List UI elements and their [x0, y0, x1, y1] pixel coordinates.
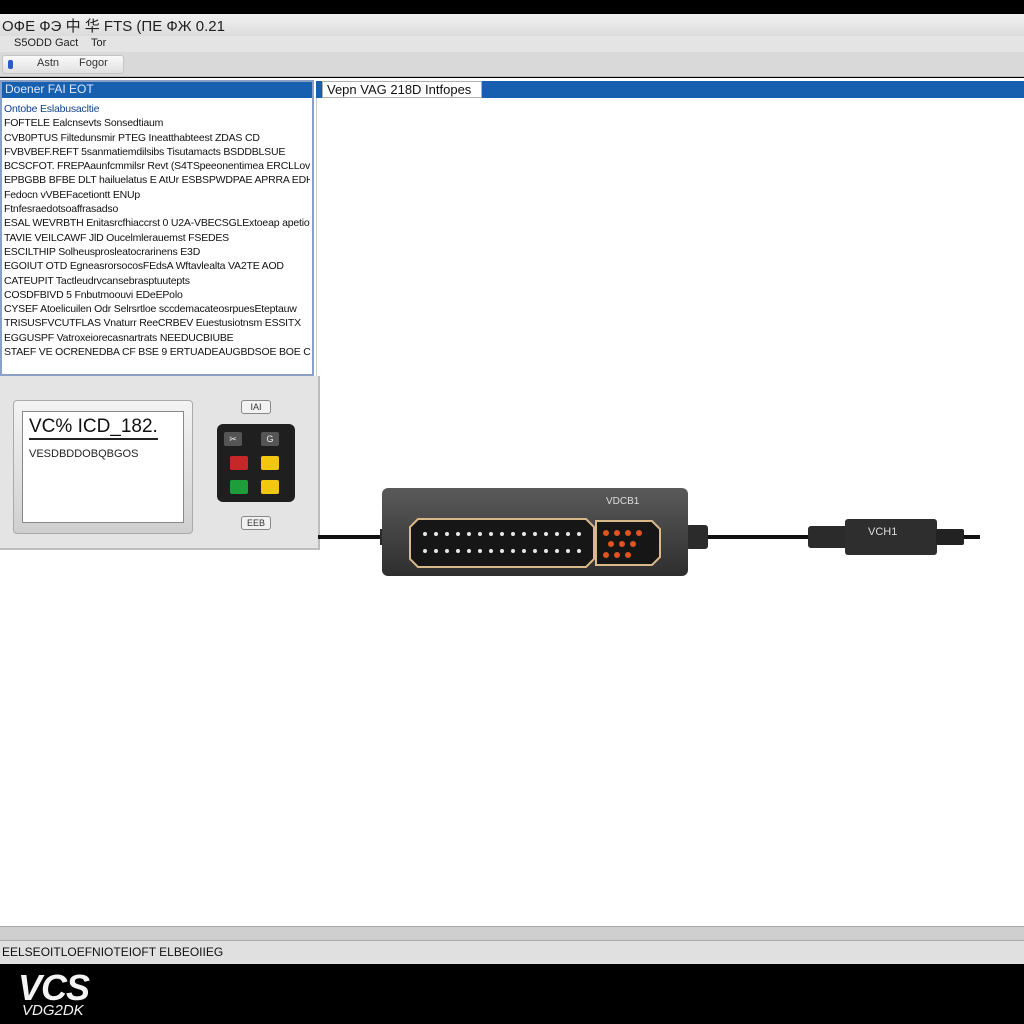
obd-pin [522, 549, 526, 553]
obd-pin [577, 549, 581, 553]
obd-pin [456, 532, 460, 536]
obd-pin [544, 532, 548, 536]
toolbar-button-1[interactable]: Astn [37, 57, 59, 69]
toolbar: Astn Fogor [0, 52, 1024, 77]
orange-pin [614, 530, 620, 536]
obd-interface-label: VDCB1 [606, 496, 640, 507]
obd-pin [555, 532, 559, 536]
obd-pin [544, 549, 548, 553]
obd-pin [577, 532, 581, 536]
orange-pin [630, 541, 636, 547]
top-frame [0, 0, 1024, 14]
orange-pin [625, 552, 631, 558]
usb-plug-label: VCH1 [868, 526, 897, 538]
obd-pin [500, 549, 504, 553]
status-bar: EELSEOITLOEFNIOTEIOFT ELBEOIIEG [0, 940, 1024, 965]
obd-pin [489, 532, 493, 536]
orange-pin [625, 530, 631, 536]
obd-pin [423, 549, 427, 553]
menu-item-1[interactable]: S5ODD Gact [14, 37, 78, 49]
obd-pin [445, 532, 449, 536]
connection-icon [8, 60, 13, 69]
menu-item-2[interactable]: Tor [91, 37, 106, 49]
obd-pin [467, 532, 471, 536]
obd-pin [489, 549, 493, 553]
main-area: Doener FAI EOT Ontobe Eslabusacltie FOFTE… [0, 78, 1024, 926]
obd-pin [478, 532, 482, 536]
obd-pin [533, 549, 537, 553]
toolbar-group: Astn Fogor [2, 55, 124, 74]
cable-ferrite-left [808, 526, 848, 548]
orange-pin [619, 541, 625, 547]
obd-pin [555, 549, 559, 553]
orange-pin [603, 552, 609, 558]
menu-bar: S5ODD Gact Tor [0, 36, 1024, 52]
toolbar-button-2[interactable]: Fogor [79, 57, 108, 69]
obd-pin [511, 549, 515, 553]
obd-pin [566, 532, 570, 536]
orange-pin [614, 552, 620, 558]
obd-pin [445, 549, 449, 553]
footer-branding: VCS VDG2DK [0, 964, 1024, 1024]
orange-pin [603, 530, 609, 536]
obd-pin [434, 549, 438, 553]
obd-pin [467, 549, 471, 553]
status-bar-top [0, 926, 1024, 941]
obd-pin [522, 532, 526, 536]
status-text: EELSEOITLOEFNIOTEIOFT ELBEOIIEG [2, 945, 224, 959]
usb-plug-tip [936, 529, 964, 545]
obd-pin [478, 549, 482, 553]
obd-pin [566, 549, 570, 553]
obd-pin [456, 549, 460, 553]
window-titlebar: ОФЕ ФЭ 中 华 FTS (ПЕ ФЖ 0.21 [0, 14, 1024, 37]
obd-pin [511, 532, 515, 536]
obd-signal-port [595, 520, 661, 566]
obd-pin [533, 532, 537, 536]
vcds-logo-subtitle: VDG2DK [22, 1002, 84, 1019]
obd-pin [434, 532, 438, 536]
orange-pin [636, 530, 642, 536]
cable-strain-relief [686, 525, 708, 549]
window-title: ОФЕ ФЭ 中 华 FTS (ПЕ ФЖ 0.21 [2, 18, 225, 35]
obd-connector-port [409, 518, 595, 568]
obd-pin [423, 532, 427, 536]
obd-pin [500, 532, 504, 536]
interface-diagram: VCH1 VDCB1 [318, 488, 980, 576]
orange-pin [608, 541, 614, 547]
